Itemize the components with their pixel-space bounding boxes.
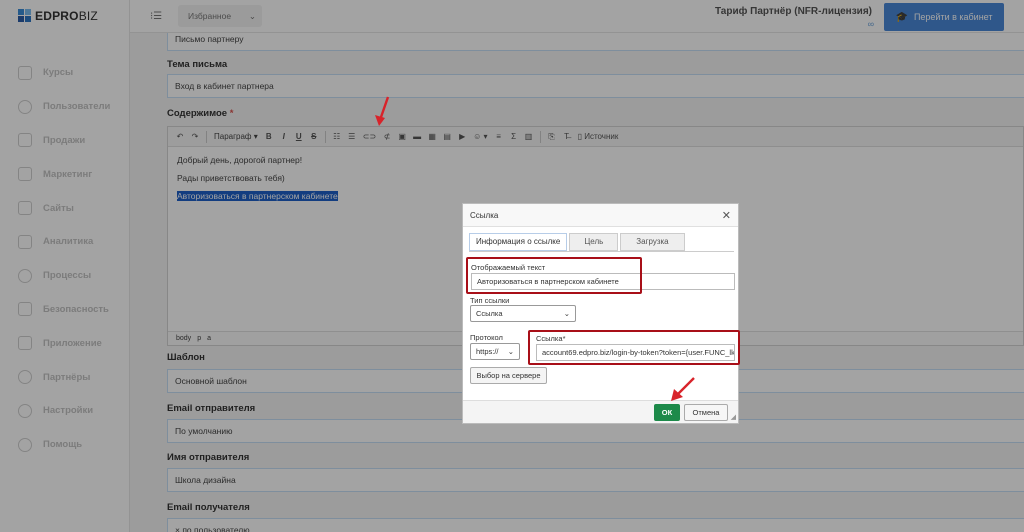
ok-button[interactable]: ОК [654,404,680,421]
chevron-down-icon: ⌄ [507,347,514,356]
close-icon[interactable]: ✕ [722,209,731,222]
red-arrow-link-icon [375,96,390,126]
tab-upload[interactable]: Загрузка [620,233,685,251]
browse-server-button[interactable]: Выбор на сервере [470,367,547,384]
chevron-down-icon: ⌄ [563,309,570,318]
tab-link-info[interactable]: Информация о ссылке [469,233,568,251]
highlight-box-display-text [466,257,642,294]
link-type-label: Тип ссылки [470,296,510,305]
dialog-title: Ссылка [463,204,738,227]
link-dialog: Ссылка ✕ Информация о ссылке Цель Загруз… [462,203,740,424]
cancel-button[interactable]: Отмена [684,404,728,421]
link-type-select[interactable]: Ссылка ⌄ [470,305,576,322]
resize-handle-icon[interactable]: ◢ [731,413,736,421]
highlight-box-url [528,330,740,365]
tab-divider [469,251,734,252]
dialog-tabs: Информация о ссылке Цель Загрузка [469,233,687,251]
protocol-label: Протокол [470,333,503,342]
red-arrow-ok-icon [671,377,695,401]
tab-target[interactable]: Цель [569,233,619,251]
protocol-select[interactable]: https://⌄ [470,343,520,360]
